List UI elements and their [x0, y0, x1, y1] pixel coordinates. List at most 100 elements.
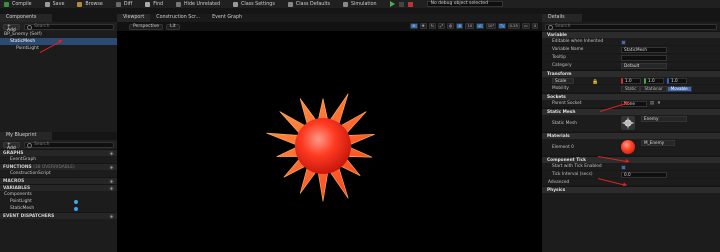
tick-interval-input[interactable]: 0.0 — [621, 172, 667, 178]
variable-name-input[interactable]: StaticMesh — [621, 47, 667, 53]
editable-checkbox[interactable] — [621, 39, 626, 45]
mobility-movable[interactable]: Movable — [666, 86, 692, 92]
viewport-canvas — [266, 93, 375, 202]
mobility-stationary[interactable]: Stationar — [640, 86, 667, 92]
save-label: Save — [52, 1, 65, 7]
class-defaults-button[interactable]: Class Defaults — [287, 1, 330, 7]
mobility-segment: Static Stationar Movable — [621, 86, 692, 92]
scale-snap-value[interactable]: 0.25 — [507, 23, 520, 29]
save-button[interactable]: Save — [44, 1, 65, 7]
prop-category: Category Default — [542, 62, 720, 70]
advanced-toggle[interactable]: Advanced — [542, 179, 720, 186]
rotation-snap-icon[interactable]: ∠ — [476, 23, 484, 29]
stop-icon[interactable] — [407, 1, 413, 7]
add-member-button[interactable]: + Add — [3, 141, 20, 150]
perspective-button[interactable]: Perspective — [129, 23, 164, 30]
my-blueprint-toolbar: + Add Search — [0, 140, 117, 150]
category-component-tick[interactable]: Component Tick — [542, 156, 720, 163]
section-graphs[interactable]: GRAPHS + — [0, 149, 117, 156]
diff-button[interactable]: Diff — [115, 1, 132, 7]
variable-point-light[interactable]: PointLight — [0, 198, 117, 205]
scale-snap-icon[interactable]: ⤡ — [498, 23, 506, 29]
lit-button[interactable]: Lit — [166, 23, 180, 30]
component-point-light[interactable]: PointLight — [0, 45, 117, 52]
scale-y-input[interactable]: 1.0 — [644, 78, 664, 84]
simulation-label: Simulation — [351, 1, 377, 7]
category-label: Category — [552, 63, 572, 68]
start-tick-checkbox[interactable] — [621, 164, 626, 170]
play-icon[interactable] — [389, 1, 395, 7]
event-graph-item[interactable]: EventGraph — [0, 156, 117, 163]
add-component-button[interactable]: + Add — [3, 23, 20, 32]
camera-speed-value[interactable]: 4 — [531, 23, 538, 29]
material-thumbnail[interactable] — [621, 140, 635, 154]
category-dropdown[interactable]: Default — [621, 63, 667, 69]
section-functions[interactable]: FUNCTIONS (38 OVERRIDABLE) + — [0, 163, 117, 170]
grid-snap-icon[interactable]: # — [456, 23, 464, 29]
tab-details[interactable]: Details — [542, 14, 582, 22]
grid-snap-value[interactable]: 10 — [465, 23, 475, 29]
rotation-snap-value[interactable]: 10° — [485, 23, 497, 29]
add-dispatcher-icon[interactable]: + — [109, 214, 114, 219]
tab-my-blueprint[interactable]: My Blueprint — [0, 132, 52, 140]
prop-parent-socket: Parent SocketNone▤✕ — [542, 100, 720, 108]
scale-x-input[interactable]: 1.0 — [621, 78, 641, 84]
scale-tool-icon[interactable]: ⤢ — [437, 23, 445, 29]
components-search-input[interactable]: Search — [24, 23, 114, 30]
my-blueprint-panel: + Add Search GRAPHS + EventGraph FUNCTION… — [0, 140, 117, 252]
compile-button[interactable]: Compile — [4, 1, 32, 7]
world-space-icon[interactable]: ◍ — [446, 23, 455, 29]
prop-element-0: Element 0 M_Enemy — [542, 139, 720, 156]
browse-button[interactable]: Browse — [77, 1, 103, 7]
category-transform[interactable]: Transform — [542, 70, 720, 77]
rotate-tool-icon[interactable]: ↻ — [428, 23, 436, 29]
browse-icon[interactable]: ▤ — [650, 100, 654, 107]
section-macros[interactable]: MACROS + — [0, 177, 117, 184]
scale-dropdown[interactable]: Scale — [552, 78, 574, 84]
material-dropdown[interactable]: M_Enemy — [641, 140, 675, 146]
tab-event-graph[interactable]: Event Graph — [206, 14, 248, 22]
static-mesh-thumbnail[interactable] — [621, 116, 635, 130]
step-icon[interactable] — [398, 1, 404, 7]
variables-components-group[interactable]: Components — [0, 191, 117, 198]
simulation-button[interactable]: Simulation — [343, 1, 377, 7]
mesh-sphere — [295, 118, 351, 174]
binoculars-icon — [145, 1, 151, 7]
category-sockets[interactable]: Sockets — [542, 93, 720, 100]
my-blueprint-search-input[interactable]: Search — [24, 141, 114, 148]
details-search-bar: Search — [542, 22, 720, 31]
tab-viewport[interactable]: Viewport — [117, 14, 151, 22]
viewport[interactable] — [117, 14, 542, 252]
category-materials[interactable]: Materials — [542, 132, 720, 139]
details-search-input[interactable]: Search — [545, 23, 717, 30]
clear-icon[interactable]: ✕ — [657, 100, 661, 107]
scale-z-input[interactable]: 1.0 — [667, 78, 687, 84]
static-mesh-dropdown[interactable]: Enemy — [641, 116, 687, 122]
scale-label-wrap: Scale — [542, 77, 580, 84]
hide-icon — [176, 1, 182, 7]
section-event-dispatchers[interactable]: EVENT DISPATCHERS + — [0, 212, 117, 219]
debug-object-select[interactable]: No debug object selected — [426, 1, 503, 7]
camera-speed-icon[interactable]: ▭ — [521, 23, 530, 29]
move-tool-icon[interactable]: ✥ — [419, 23, 427, 29]
select-tool-icon[interactable]: ⊕ — [410, 23, 418, 29]
mobility-static[interactable]: Static — [621, 86, 641, 92]
find-button[interactable]: Find — [145, 1, 163, 7]
category-static-mesh[interactable]: Static Mesh — [542, 108, 720, 115]
section-variables[interactable]: VARIABLES + — [0, 184, 117, 191]
start-tick-label: Start with Tick Enabled — [552, 164, 602, 169]
variable-static-mesh[interactable]: StaticMesh — [0, 205, 117, 212]
tab-construction-script[interactable]: Construction Scr... — [150, 14, 206, 22]
tooltip-input[interactable] — [621, 55, 667, 61]
category-physics[interactable]: Physics — [542, 186, 720, 193]
prop-editable-inherited: Editable when Inherited — [542, 38, 720, 46]
category-variable[interactable]: Variable — [542, 31, 720, 38]
class-settings-button[interactable]: Class Settings — [233, 1, 275, 7]
tab-components[interactable]: Components — [0, 14, 52, 22]
components-toolbar: + Add Search — [0, 22, 117, 32]
construction-script-item[interactable]: ConstructionScript — [0, 170, 117, 177]
hide-unrelated-button[interactable]: Hide Unrelated — [176, 1, 220, 7]
editable-label: Editable when Inherited — [552, 39, 604, 44]
component-root[interactable]: BP_Enemy (Self) — [0, 31, 117, 38]
parent-socket-label: Parent Socket — [552, 101, 582, 106]
